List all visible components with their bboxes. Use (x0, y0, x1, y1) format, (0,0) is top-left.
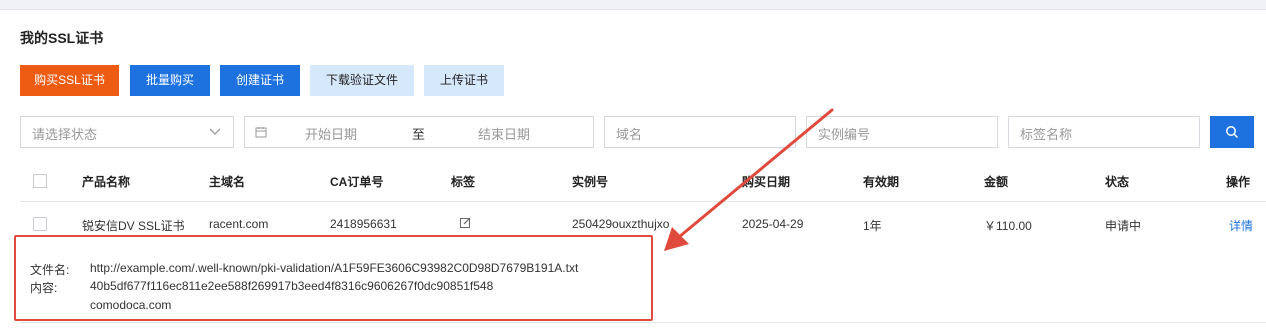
table-bottom-divider (20, 322, 1266, 323)
annotation-arrow-icon (664, 108, 834, 251)
